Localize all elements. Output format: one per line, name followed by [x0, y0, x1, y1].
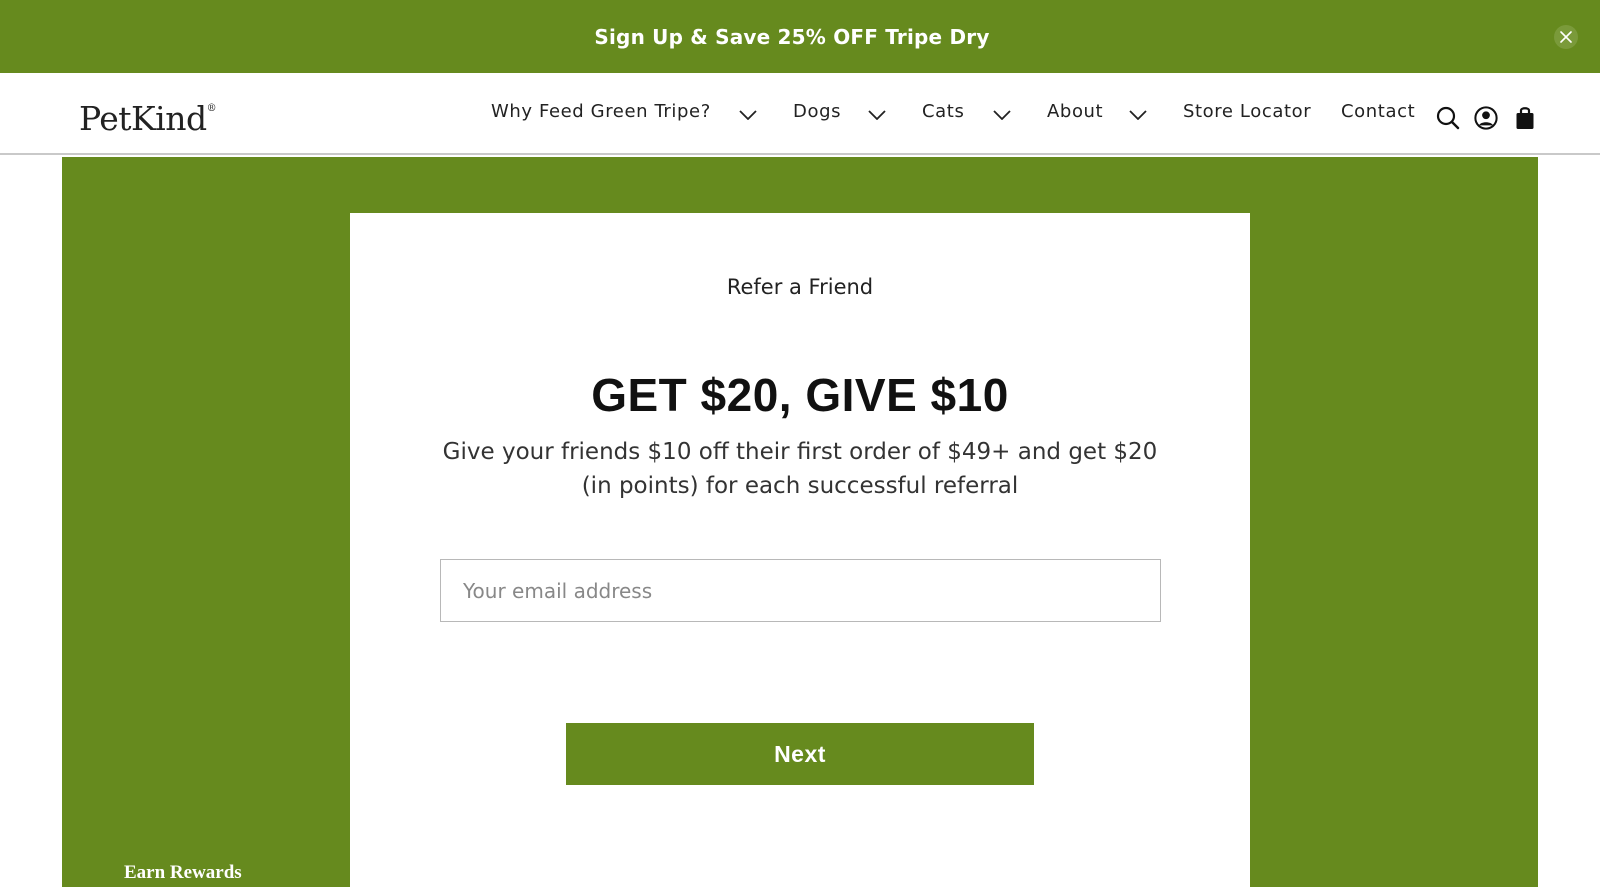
main-nav: Why Feed Green Tripe? Dogs Cats About St… — [0, 73, 1600, 153]
nav-contact[interactable]: Contact — [1341, 101, 1415, 122]
chevron-down-icon[interactable] — [1129, 110, 1147, 120]
referral-description: Give your friends $10 off their first or… — [442, 439, 1158, 499]
nav-about[interactable]: About — [1047, 101, 1103, 122]
chevron-down-icon[interactable] — [739, 110, 757, 120]
nav-why-feed-green-tripe[interactable]: Why Feed Green Tripe? — [491, 101, 711, 122]
announcement-bar: Sign Up & Save 25% OFF Tripe Dry — [0, 0, 1600, 73]
referral-headline: GET $20, GIVE $10 — [591, 369, 1009, 421]
nav-dogs[interactable]: Dogs — [793, 101, 841, 122]
earn-rewards-button[interactable]: Earn Rewards — [124, 862, 242, 884]
close-announcement-button[interactable] — [1554, 25, 1578, 49]
next-button[interactable]: Next — [566, 723, 1034, 785]
nav-store-locator[interactable]: Store Locator — [1183, 101, 1311, 122]
close-icon — [1560, 31, 1572, 43]
cart-icon[interactable] — [1513, 105, 1537, 131]
announcement-text[interactable]: Sign Up & Save 25% OFF Tripe Dry — [594, 25, 989, 49]
referral-card: Refer a Friend GET $20, GIVE $10 Give yo… — [350, 213, 1250, 888]
chevron-down-icon[interactable] — [993, 110, 1011, 120]
email-field[interactable] — [440, 559, 1161, 622]
search-icon[interactable] — [1436, 105, 1460, 131]
site-header: PetKind® Why Feed Green Tripe? Dogs Cats… — [0, 73, 1600, 155]
account-icon[interactable] — [1474, 105, 1498, 131]
nav-cats[interactable]: Cats — [922, 101, 964, 122]
chevron-down-icon[interactable] — [868, 110, 886, 120]
referral-subtitle: Refer a Friend — [726, 275, 874, 299]
